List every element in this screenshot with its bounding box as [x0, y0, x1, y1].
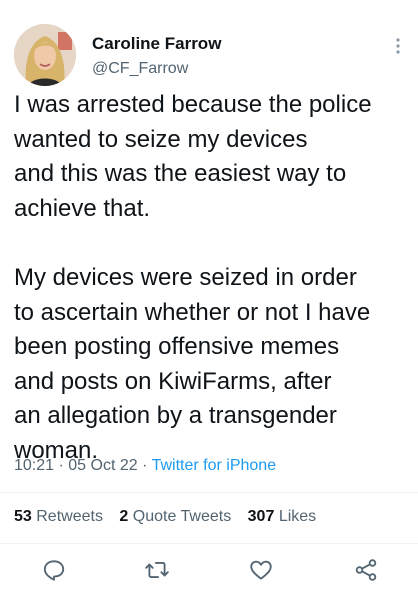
tweet-date[interactable]: 05 Oct 22	[68, 457, 137, 474]
avatar-image	[14, 24, 76, 86]
retweets-count: 53	[14, 508, 32, 525]
more-options-icon[interactable]	[388, 36, 408, 56]
divider	[0, 543, 418, 544]
retweets-label: Retweets	[36, 508, 103, 525]
tweet-paragraph: I was arrested because the police wanted…	[14, 91, 372, 222]
retweets-stat[interactable]: 53 Retweets	[14, 508, 107, 525]
quote-tweets-count: 2	[119, 508, 129, 525]
tweet-meta: 10:21 · 05 Oct 22 · Twitter for iPhone	[14, 457, 276, 475]
avatar[interactable]	[14, 24, 76, 86]
author-handle[interactable]: @CF_Farrow	[92, 60, 188, 78]
likes-label: Likes	[278, 508, 317, 525]
likes-count: 307	[247, 508, 275, 525]
likes-stat[interactable]: 307 Likes	[248, 508, 317, 525]
like-icon[interactable]	[248, 557, 274, 583]
tweet: Caroline Farrow @CF_Farrow I was arreste…	[0, 0, 418, 600]
tweet-time[interactable]: 10:21	[14, 457, 54, 474]
engagement-stats: 53 Retweets 2 Quote Tweets 307 Likes	[14, 508, 328, 526]
share-icon[interactable]	[353, 557, 379, 583]
reply-icon[interactable]	[41, 557, 67, 583]
quote-tweets-stat[interactable]: 2 Quote Tweets	[119, 508, 235, 525]
tweet-text: I was arrested because the police wanted…	[14, 88, 410, 469]
author-display-name[interactable]: Caroline Farrow	[92, 34, 221, 54]
tweet-paragraph: My devices were seized in order to ascer…	[14, 263, 371, 464]
retweet-icon[interactable]	[144, 557, 170, 583]
meta-separator: ·	[142, 457, 148, 474]
meta-separator: ·	[58, 457, 64, 474]
divider	[0, 492, 418, 493]
tweet-source[interactable]: Twitter for iPhone	[152, 457, 277, 474]
quote-tweets-label: Quote Tweets	[132, 508, 232, 525]
